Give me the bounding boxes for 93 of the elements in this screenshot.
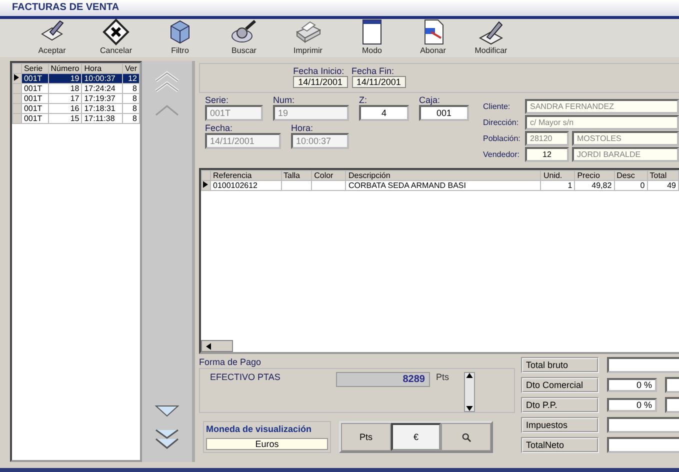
- double-up-chevron-icon: [154, 71, 180, 93]
- table-cell: 8: [122, 104, 140, 114]
- pointer-icon: [14, 74, 19, 81]
- total-label: TotalNeto: [521, 437, 599, 453]
- amount-field[interactable]: 8289: [336, 372, 430, 387]
- column-header[interactable]: Desc: [614, 170, 648, 180]
- table-cell: 001T: [21, 114, 48, 124]
- column-header[interactable]: Serie: [21, 64, 48, 74]
- column-header[interactable]: Referencia: [210, 170, 282, 180]
- column-header[interactable]: Unid.: [540, 170, 575, 180]
- table-cell: 1: [540, 180, 575, 190]
- up-arrow-icon: [466, 373, 473, 378]
- currency-field[interactable]: Euros: [206, 438, 328, 450]
- payment-method[interactable]: EFECTIVO PTAS: [210, 372, 330, 382]
- field-label: Fecha:: [205, 123, 234, 133]
- column-header[interactable]: Precio: [574, 170, 614, 180]
- toolbar-button[interactable]: Modificar: [462, 18, 520, 55]
- table-cell: 49,82: [574, 180, 614, 190]
- table-cell: 16: [48, 104, 82, 114]
- scroll-bar[interactable]: [201, 340, 233, 352]
- table-cell: 17:19:37: [82, 94, 122, 104]
- field-label: Z:: [359, 95, 368, 105]
- table-cell: 18: [48, 84, 82, 94]
- table-cell: 8: [122, 114, 140, 124]
- toolbar-button[interactable]: Abonar: [404, 18, 462, 55]
- field-label: Hora:: [291, 123, 314, 133]
- amount-field[interactable]: [607, 357, 679, 373]
- column-header[interactable]: Ver: [122, 64, 140, 74]
- currency-button[interactable]: €: [391, 423, 441, 451]
- pointer-icon: [203, 181, 208, 188]
- table-cell: 17:24:24: [82, 84, 122, 94]
- field-label: Dirección:: [483, 118, 520, 127]
- date-field[interactable]: 14/11/2001: [352, 76, 406, 88]
- percent-field[interactable]: 0 %: [607, 398, 657, 412]
- window-title: FACTURAS DE VENTA: [12, 2, 120, 13]
- toolbar-button[interactable]: Filtro: [148, 18, 212, 55]
- total-label: Dto P.P.: [521, 397, 599, 413]
- toolbar-button[interactable]: Buscar: [212, 18, 276, 55]
- table-cell: 8: [122, 94, 140, 104]
- table-cell: 17:11:38: [82, 114, 122, 124]
- table-cell: 17: [48, 94, 82, 104]
- toolbar-button[interactable]: Aceptar: [20, 18, 84, 55]
- amount-field[interactable]: [607, 437, 679, 453]
- field-label: Num:: [273, 95, 296, 105]
- date-field[interactable]: 14/11/2001: [293, 76, 348, 88]
- percent-field[interactable]: 0 %: [607, 378, 657, 392]
- total-label: Total bruto: [521, 357, 599, 373]
- cancel-icon: [102, 18, 130, 46]
- column-header[interactable]: Talla: [281, 170, 312, 180]
- input-field[interactable]: 12: [525, 147, 569, 162]
- table-cell: 001T: [21, 84, 48, 94]
- section-title: Moneda de visualización: [206, 424, 313, 434]
- column-header[interactable]: Color: [312, 170, 346, 180]
- field-label: Serie:: [205, 95, 230, 105]
- down-arrow-icon: [466, 406, 473, 411]
- currency-button[interactable]: Pts: [341, 423, 391, 451]
- section-title: Forma de Pago: [199, 357, 262, 368]
- field-label: Vendedor:: [483, 150, 520, 159]
- table-cell: 17:18:31: [82, 104, 122, 114]
- double-down-chevron-icon: [154, 428, 180, 450]
- field-label: Caja:: [419, 95, 442, 105]
- scroll-bar[interactable]: [464, 372, 475, 412]
- field-label: Fecha Fin:: [352, 66, 396, 76]
- field-label: Cliente:: [483, 102, 512, 111]
- field-label: Fecha Inicio:: [293, 66, 346, 76]
- input-field[interactable]: 001: [419, 105, 469, 121]
- toolbar-button[interactable]: Imprimir: [276, 18, 340, 55]
- amount-field[interactable]: [665, 397, 679, 413]
- total-label: Dto Comercial: [521, 377, 599, 393]
- column-header[interactable]: Hora: [82, 64, 122, 74]
- table-cell: 0100102612: [210, 180, 282, 190]
- down-chevron-icon: [154, 404, 180, 418]
- table-cell: 15: [48, 114, 82, 124]
- field-label: Población:: [483, 134, 522, 143]
- table-cell: 001T: [21, 94, 48, 104]
- search-icon: [462, 432, 470, 442]
- total-label: Impuestos: [521, 417, 599, 433]
- input-field[interactable]: 4: [359, 105, 409, 121]
- column-header[interactable]: Número: [48, 64, 82, 74]
- left-arrow-icon: [206, 342, 211, 350]
- toolbar-button[interactable]: Cancelar: [84, 18, 148, 55]
- toolbar-button[interactable]: Modo: [340, 18, 404, 55]
- table-cell: 0: [614, 180, 648, 190]
- column-header[interactable]: Descripción: [346, 170, 541, 180]
- table-cell: 8: [122, 84, 140, 94]
- table-cell: 001T: [21, 104, 48, 114]
- currency-label: Pts: [436, 372, 450, 382]
- amount-field[interactable]: [665, 377, 679, 393]
- table-cell: 49: [647, 180, 678, 190]
- amount-field[interactable]: [607, 417, 679, 433]
- table-cell: CORBATA SEDA ARMAND BASI: [346, 180, 541, 190]
- up-chevron-icon: [154, 103, 180, 117]
- column-header[interactable]: Total: [647, 170, 678, 180]
